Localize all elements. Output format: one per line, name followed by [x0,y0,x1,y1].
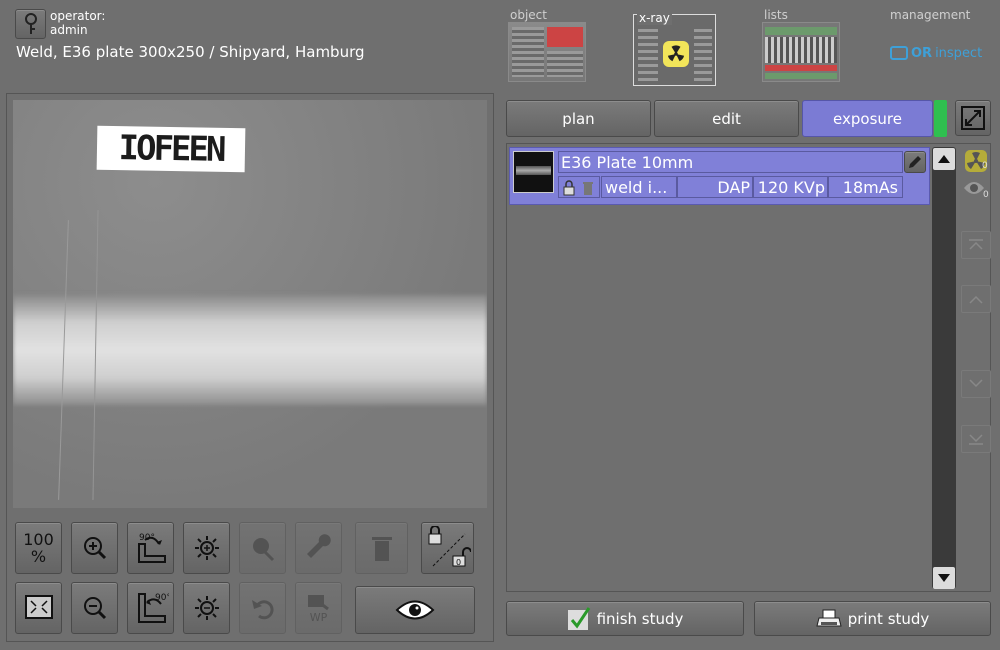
status-indicator [934,100,947,137]
percent-label: % [30,547,47,566]
brand-inspect: inspect [935,45,983,61]
trash-small-icon [583,182,593,195]
operator-key-button[interactable] [15,9,46,39]
brightness-up-icon [194,536,219,560]
weld-seam [13,295,487,405]
rotate-ccw-icon: 90° [137,593,169,623]
radiation-count: 0 [982,161,988,171]
lock-icons-cell [558,176,600,198]
exposure-dap: DAP [677,176,753,198]
expand-button[interactable] [955,100,991,136]
brightness-up-button[interactable] [183,522,230,574]
export-image-icon [252,538,274,562]
finish-study-button[interactable]: finish study [506,601,744,636]
svg-text:0: 0 [456,558,461,567]
scroll-up-button[interactable] [933,148,955,170]
move-to-bottom-button[interactable] [961,425,991,453]
tab-management-label: management [890,8,971,22]
exposure-title: E36 Plate 10mm [558,151,903,173]
arrow-up-icon [938,155,950,163]
radiation-badge: 0 [963,148,989,174]
exposure-mas: 18mAs [828,176,903,198]
exposure-thumbnail [513,151,554,193]
tab-x-ray[interactable]: x-ray [633,11,716,86]
tab-lists-label: lists [764,8,788,22]
svg-text:90°: 90° [139,533,155,543]
tab-x-ray-label: x-ray [637,11,672,25]
pen-icon [909,156,921,168]
exposure-item[interactable]: E36 Plate 10mm weld i... DAP 120 KVp 18m… [509,147,930,205]
export-image-button[interactable] [239,522,286,574]
scroll-down-button[interactable] [933,567,955,589]
print-study-button[interactable]: print study [754,601,991,636]
tab-management[interactable]: OR inspect [890,40,990,66]
wrench-icon [306,534,331,558]
print-study-label: print study [847,609,930,628]
zoom-in-icon [83,537,106,560]
list-scrollbar[interactable] [932,147,956,589]
brightness-down-button[interactable] [183,582,230,634]
svg-text:90°: 90° [155,593,169,603]
zoom-in-button[interactable] [71,522,118,574]
radiation-icon [663,41,689,67]
iqi-marker: IOFEEN [96,125,246,173]
exposure-name: weld i... [601,176,677,198]
undo-icon [251,600,274,620]
fit-to-screen-button[interactable] [15,582,62,634]
wp-button[interactable]: WP [295,582,342,634]
printer-icon [816,609,842,626]
rotate-cw-icon: 90° [137,533,166,563]
views-badge: 0 [963,180,991,202]
tab-object[interactable] [508,22,586,82]
checkmark-icon [567,606,590,630]
undo-button[interactable] [239,582,286,634]
chevron-down-icon [969,379,983,388]
rotate-cw-button[interactable]: 90° [127,522,174,574]
tab-edit[interactable]: edit [654,100,799,137]
move-to-top-button[interactable] [961,231,991,259]
zoom-out-icon [83,597,106,620]
tab-plan[interactable]: plan [506,100,651,137]
wp-label: WP [309,610,328,624]
zoom-out-button[interactable] [71,582,118,634]
view-eye-button[interactable] [355,586,475,634]
tab-exposure[interactable]: exposure [802,100,933,137]
fit-screen-icon [24,595,53,619]
tab-lists[interactable] [762,22,840,82]
lock-unlock-icon: 0 [428,526,471,567]
eye-icon [395,600,435,620]
edit-exposure-button[interactable] [904,151,926,173]
study-title: Weld, E36 plate 300x250 / Shipyard, Hamb… [16,43,365,61]
operator-name: admin [50,23,88,37]
delete-image-button[interactable] [355,522,408,574]
views-count: 0 [983,190,989,200]
eye-small-icon [964,182,984,194]
zoom-100-button[interactable]: 100% [15,522,62,574]
wp-icon [307,594,329,610]
tab-object-label: object [510,8,547,22]
trash-icon [371,537,392,561]
double-down-icon [969,434,983,445]
exposure-kvp: 120 KVp [753,176,828,198]
lock-icon [563,180,575,196]
expand-icon [961,106,985,130]
move-down-button[interactable] [961,370,991,398]
lock-toggle-button[interactable]: 0 [421,522,474,574]
operator-label: operator: [50,9,106,23]
orinspect-logo-icon [890,46,908,60]
arrow-down-icon [938,574,950,582]
chevron-up-icon [969,295,983,304]
finish-study-label: finish study [596,609,684,628]
brightness-down-icon [194,596,219,620]
double-up-icon [969,239,983,250]
key-icon [24,13,37,34]
exposure-list [506,143,991,592]
zoom-100-label: 100 [23,530,54,549]
rotate-ccw-button[interactable]: 90° [127,582,174,634]
brand-or: OR [911,45,933,61]
xray-image[interactable]: IOFEEN [13,100,487,508]
move-up-button[interactable] [961,285,991,313]
settings-tool-button[interactable] [295,522,342,574]
